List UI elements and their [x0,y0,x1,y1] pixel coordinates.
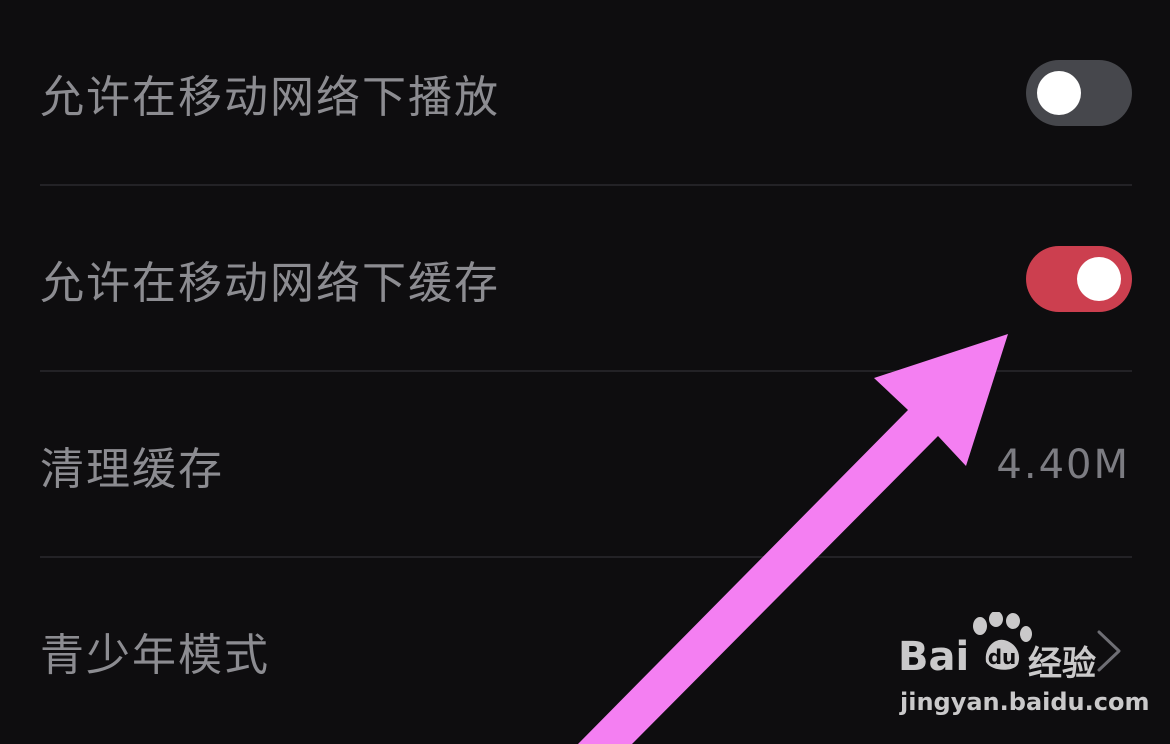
watermark-brand: Bai [898,634,970,680]
watermark-site: jingyan.baidu.com [900,688,1150,716]
mobile-playback-toggle[interactable] [1026,60,1132,126]
cache-size-value: 4.40M [996,442,1130,488]
setting-row-clear-cache[interactable]: 清理缓存 4.40M [40,372,1132,558]
setting-label: 允许在移动网络下播放 [40,72,500,123]
setting-label: 允许在移动网络下缓存 [40,258,500,309]
setting-label: 清理缓存 [40,444,224,495]
toggle-knob [1037,71,1081,115]
svg-text:du: du [988,645,1017,669]
mobile-cache-toggle[interactable] [1026,246,1132,312]
setting-row-mobile-playback[interactable]: 允许在移动网络下播放 [40,0,1132,186]
setting-row-mobile-cache[interactable]: 允许在移动网络下缓存 [40,186,1132,372]
watermark-brand-cn: 经验 [1028,644,1096,684]
setting-label: 青少年模式 [40,630,270,681]
baidu-jingyan-watermark: du Bai 经验 jingyan.baidu.com [896,612,1149,722]
paw-icon: du [973,612,1032,670]
toggle-knob [1077,257,1121,301]
